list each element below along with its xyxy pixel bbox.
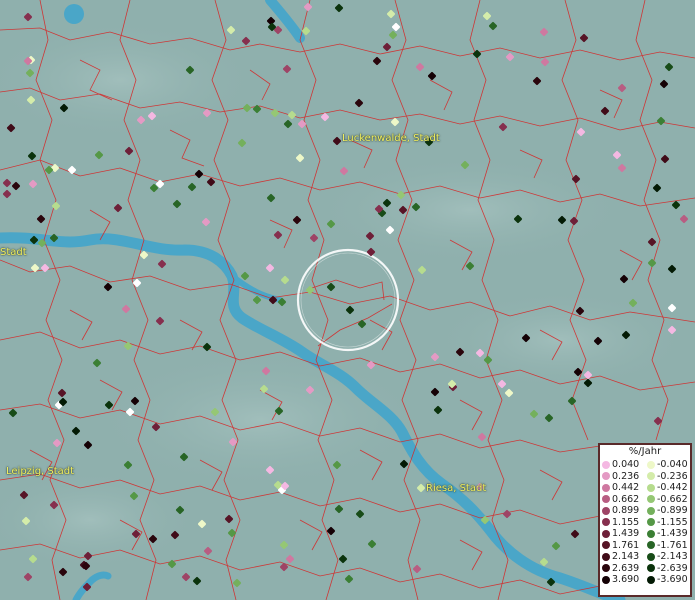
legend-swatch [647,575,655,584]
legend-swatch [602,575,610,584]
legend-row-negative: -2.639 [645,563,690,575]
city-label-leipzig: Leipzig, Stadt [6,466,75,477]
legend-swatch [602,541,610,550]
legend-row-negative: -1.439 [645,528,690,540]
trend-legend: %/Jahr 0.040 0.236 0.442 0.662 0.899 1.155 1.4… [598,443,692,597]
legend-value: 2.639 [612,562,640,574]
legend-value: -0.899 [657,505,688,516]
legend-swatch [602,552,610,561]
legend-value: -0.236 [657,470,688,482]
legend-swatch [647,495,655,504]
legend-value: -2.639 [657,562,688,574]
legend-swatch [602,506,610,515]
legend-value: -0.442 [657,482,688,493]
legend-value: 1.439 [612,528,640,539]
legend-value: 0.040 [612,459,640,470]
legend-row-positive: 2.639 [600,563,645,575]
legend-swatch [647,483,655,492]
legend-row-positive: 1.439 [600,528,645,540]
legend-row-positive: 0.236 [600,471,645,483]
legend-swatch [647,564,655,573]
legend-value: -0.040 [657,459,688,470]
legend-title: %/Jahr [628,446,662,457]
legend-value: 0.236 [612,470,640,482]
legend-row-positive: 1.761 [600,540,645,552]
legend-swatch [647,541,655,550]
legend-row-negative: -0.899 [645,505,690,517]
legend-swatch [647,518,655,527]
lake [64,4,84,24]
legend-value: -1.439 [657,528,688,539]
legend-swatch [602,495,610,504]
legend-swatch [602,564,610,573]
city-label-riesa: Riesa, Stadt [426,483,487,494]
legend-row-negative: -3.690 [645,574,690,586]
legend-row-positive: 0.442 [600,482,645,494]
legend-value: -0.662 [657,493,688,505]
legend-value: 0.899 [612,505,640,516]
legend-value: 0.662 [612,493,640,505]
legend-row-positive: 3.690 [600,574,645,586]
legend-row-positive: 2.143 [600,551,645,563]
legend-value: 2.143 [612,551,640,562]
legend-swatch [647,552,655,561]
legend-swatch [647,472,655,481]
city-label-luckenwalde: Luckenwalde, Stadt [342,133,440,144]
legend-swatch [602,460,610,469]
legend-value: 0.442 [612,482,640,493]
legend-row-positive: 0.899 [600,505,645,517]
legend-value: 1.761 [612,539,640,551]
legend-value: 1.155 [612,516,640,528]
legend-swatch [602,518,610,527]
legend-row-negative: -2.143 [645,551,690,563]
legend-value: -1.155 [657,516,688,528]
legend-value: -3.690 [657,574,688,585]
legend-positive-column: 0.040 0.236 0.442 0.662 0.899 1.155 1.439 1.761… [600,459,645,586]
legend-value: -2.143 [657,551,688,562]
legend-swatch [647,460,655,469]
legend-swatch [602,472,610,481]
legend-row-negative: -0.236 [645,471,690,483]
legend-row-negative: -0.662 [645,494,690,506]
city-label-stadt: Stadt [0,247,27,258]
legend-row-positive: 0.662 [600,494,645,506]
legend-row-negative: -1.761 [645,540,690,552]
map-canvas[interactable] [0,0,695,600]
legend-row-negative: -1.155 [645,517,690,529]
map-view[interactable]: Luckenwalde, Stadt Stadt Leipzig, Stadt … [0,0,695,600]
legend-swatch [647,506,655,515]
legend-swatch [647,529,655,538]
legend-value: -1.761 [657,539,688,551]
legend-row-negative: -0.040 [645,459,690,471]
legend-negative-column: -0.040 -0.236 -0.442 -0.662 -0.899 -1.155 -1.4… [645,459,690,586]
legend-row-negative: -0.442 [645,482,690,494]
legend-row-positive: 1.155 [600,517,645,529]
legend-value: 3.690 [612,574,640,585]
legend-swatch [602,529,610,538]
legend-swatch [602,483,610,492]
legend-row-positive: 0.040 [600,459,645,471]
